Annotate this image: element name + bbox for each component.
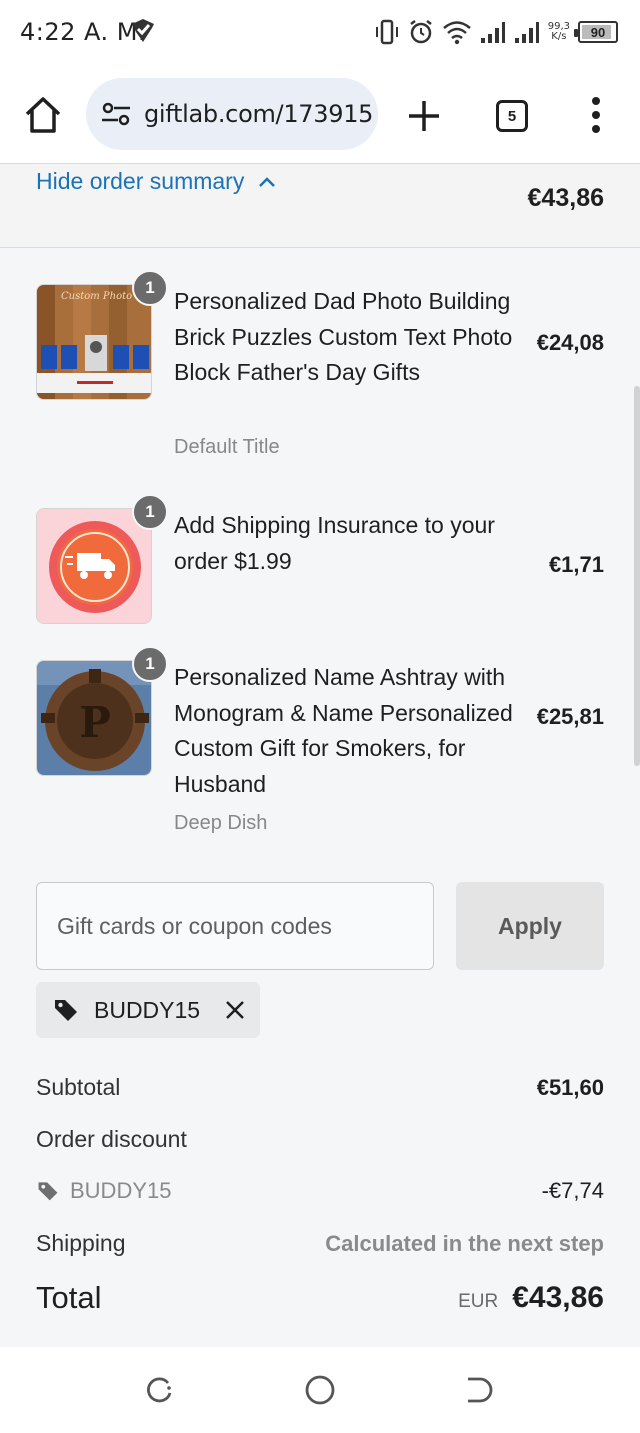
- monogram-letter: P: [79, 698, 111, 747]
- discount-code-row: BUDDY15 -€7,74: [36, 1178, 604, 1204]
- address-bar[interactable]: giftlab.com/173915: [86, 78, 378, 150]
- net-speed: 99,3 K/s: [548, 22, 570, 42]
- applied-coupon-code: BUDDY15: [94, 996, 201, 1023]
- subtotal-row: Subtotal €51,60: [36, 1074, 604, 1101]
- status-bar: 4:22 A. M. 99,3 K/s 90: [0, 0, 640, 64]
- subtotal-label: Subtotal: [36, 1074, 121, 1100]
- hide-order-summary-label[interactable]: Hide order summary: [36, 168, 244, 195]
- checkout-page: Hide order summary €43,86 Custom Photo 1…: [0, 164, 640, 1347]
- recents-icon[interactable]: [142, 1373, 176, 1407]
- home-circle-icon[interactable]: [303, 1373, 337, 1407]
- item-price: €25,81: [536, 704, 604, 729]
- home-icon[interactable]: [22, 94, 64, 136]
- item-price: €1,71: [548, 552, 604, 577]
- browser-toolbar: giftlab.com/173915 5: [0, 64, 640, 164]
- product-thumbnail: Custom Photo & Text: [36, 284, 152, 400]
- alarm-icon: [409, 20, 432, 44]
- total-amount: EUR €43,86: [458, 1281, 604, 1315]
- item-title: Personalized Name Ashtray with Monogram …: [174, 664, 513, 797]
- signal-icon: [514, 22, 539, 43]
- quantity-badge: 1: [132, 646, 168, 682]
- battery-level: 90: [590, 24, 606, 40]
- shipping-value: Calculated in the next step: [325, 1230, 604, 1256]
- discount-code-text: BUDDY15: [70, 1178, 172, 1203]
- quantity-badge: 1: [132, 270, 168, 306]
- coupon-input[interactable]: Gift cards or coupon codes: [36, 882, 434, 970]
- total-label: Total: [36, 1280, 102, 1315]
- close-icon[interactable]: [224, 999, 246, 1021]
- hide-order-summary-toggle[interactable]: Hide order summary: [36, 168, 276, 195]
- product-thumbnail: [36, 508, 152, 624]
- vibrate-icon: [375, 19, 398, 45]
- discount-value: -€7,74: [541, 1178, 604, 1203]
- plus-icon[interactable]: [404, 96, 444, 136]
- discount-code: BUDDY15: [36, 1178, 171, 1204]
- shipping-insurance-image: [37, 509, 151, 623]
- tab-switcher-button[interactable]: 5: [496, 100, 528, 132]
- total-value: €43,86: [512, 1281, 604, 1314]
- shipping-row: Shipping Calculated in the next step: [36, 1230, 604, 1257]
- quantity-badge: 1: [132, 494, 168, 530]
- chevron-up-icon[interactable]: [258, 176, 276, 188]
- order-summary-header: Hide order summary €43,86: [0, 164, 640, 248]
- system-nav-bar: [0, 1347, 640, 1433]
- photo-brick-image: Custom Photo & Text: [37, 285, 151, 399]
- site-settings-icon[interactable]: [100, 100, 132, 128]
- item-variant: Deep Dish: [174, 812, 268, 834]
- coupon-placeholder[interactable]: Gift cards or coupon codes: [57, 913, 332, 940]
- shipping-label: Shipping: [36, 1230, 126, 1256]
- total-row: Total EUR €43,86: [36, 1280, 604, 1316]
- url-text[interactable]: giftlab.com/173915: [144, 100, 373, 128]
- status-icons: 99,3 K/s 90: [374, 16, 618, 48]
- tag-icon: [55, 1000, 77, 1021]
- battery-icon: 90: [574, 21, 618, 43]
- tag-icon: [38, 1182, 58, 1201]
- apply-button[interactable]: Apply: [456, 882, 604, 970]
- item-variant: Default Title: [174, 436, 280, 458]
- subtotal-value: €51,60: [536, 1074, 604, 1100]
- item-title: Add Shipping Insurance to your order $1.…: [174, 512, 495, 574]
- more-vert-icon[interactable]: [584, 94, 608, 136]
- wifi-icon: [442, 21, 471, 45]
- signal-icon: [480, 22, 505, 43]
- ashtray-image: P: [37, 661, 151, 775]
- scrollbar[interactable]: [634, 386, 640, 766]
- back-icon[interactable]: [462, 1373, 496, 1407]
- summary-total: €43,86: [527, 184, 604, 212]
- item-title: Personalized Dad Photo Building Brick Pu…: [174, 288, 513, 385]
- discount-row: Order discount: [36, 1126, 604, 1153]
- discount-label: Order discount: [36, 1126, 187, 1152]
- product-thumbnail: P: [36, 660, 152, 776]
- net-speed-unit: K/s: [551, 31, 567, 42]
- applied-coupon-chip: BUDDY15: [36, 982, 260, 1038]
- shield-check-icon: [132, 19, 154, 42]
- total-currency: EUR: [458, 1291, 499, 1312]
- item-price: €24,08: [536, 330, 604, 355]
